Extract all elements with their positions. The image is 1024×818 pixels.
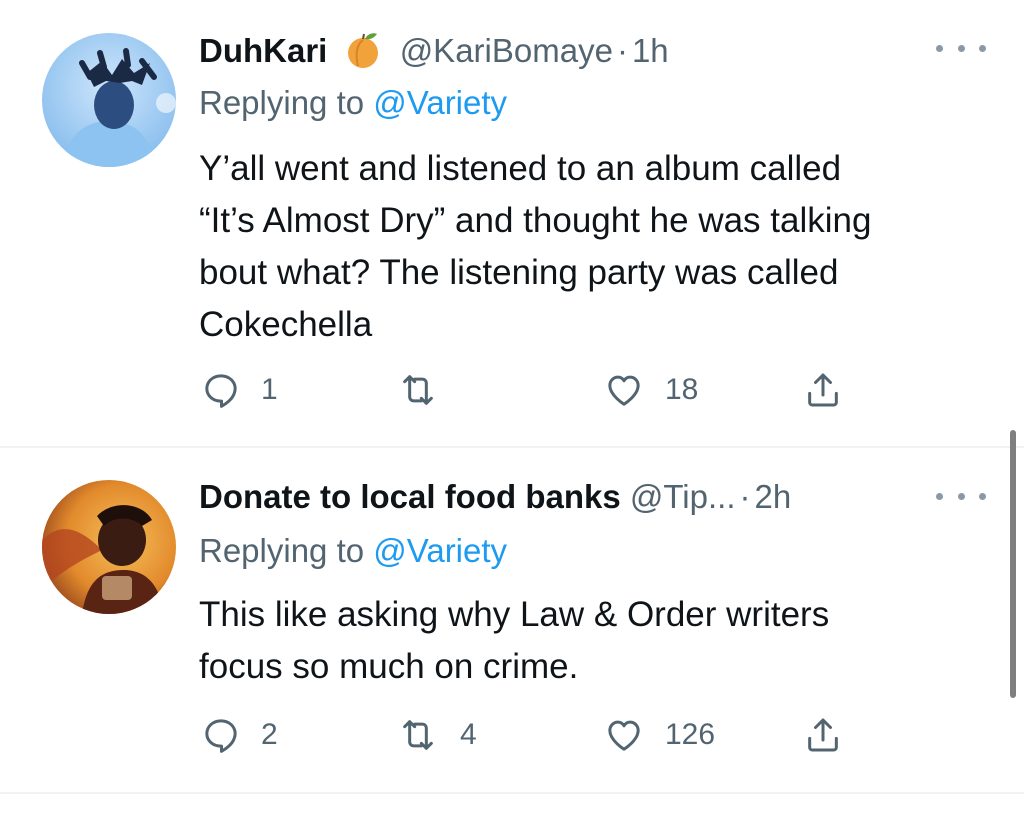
reply-count: 2 bbox=[261, 718, 278, 751]
reply-icon bbox=[201, 715, 241, 755]
tweet-text-line: focus so much on crime. bbox=[199, 647, 579, 686]
replying-to-label: Replying to bbox=[199, 532, 365, 569]
heart-icon bbox=[603, 370, 645, 410]
reply-icon bbox=[201, 370, 241, 410]
tweet-header: Donate to local food banks @Tip... · 2h bbox=[199, 474, 791, 520]
tweet-text-line: Cokechella bbox=[199, 305, 373, 344]
timestamp[interactable]: 2h bbox=[755, 478, 792, 515]
peach-emoji-icon bbox=[343, 30, 383, 70]
like-count: 18 bbox=[665, 373, 699, 406]
like-count: 126 bbox=[665, 718, 716, 751]
display-name[interactable]: DuhKari bbox=[199, 32, 327, 69]
retweet-button[interactable]: 4 bbox=[396, 713, 477, 757]
display-name[interactable]: Donate to local food banks bbox=[199, 478, 621, 515]
separator-dot: · bbox=[616, 32, 628, 69]
tweet-text: This like asking why Law & Order writers… bbox=[199, 589, 999, 693]
tweet-text: Y’all went and listened to an album call… bbox=[199, 143, 999, 351]
reply-mention-link[interactable]: @Variety bbox=[373, 532, 507, 569]
like-button[interactable]: 126 bbox=[603, 713, 715, 757]
retweet-icon bbox=[396, 370, 440, 410]
tweet-header: DuhKari @KariBomaye · 1h bbox=[199, 28, 669, 74]
reply-button[interactable]: 2 bbox=[201, 713, 278, 757]
like-button[interactable]: 18 bbox=[603, 368, 698, 412]
reply-button[interactable]: 1 bbox=[201, 368, 278, 412]
retweet-button[interactable] bbox=[396, 368, 460, 412]
share-icon bbox=[803, 369, 843, 411]
scrollbar[interactable] bbox=[1010, 430, 1016, 698]
replying-to: Replying to @Variety bbox=[199, 80, 507, 126]
heart-icon bbox=[603, 715, 645, 755]
tweet-text-line: Y’all went and listened to an album call… bbox=[199, 149, 842, 188]
tweet[interactable]: DuhKari @KariBomaye · 1h Replying to @Vari… bbox=[0, 0, 1024, 447]
user-handle[interactable]: @KariBomaye bbox=[400, 32, 613, 69]
reply-count: 1 bbox=[261, 373, 278, 406]
tweet-divider bbox=[0, 792, 1024, 794]
share-button[interactable] bbox=[803, 713, 843, 757]
share-button[interactable] bbox=[803, 368, 843, 412]
tweet-text-line: This like asking why Law & Order writers bbox=[199, 595, 830, 634]
avatar[interactable] bbox=[42, 480, 176, 614]
more-icon[interactable] bbox=[936, 38, 986, 58]
retweet-count: 4 bbox=[460, 718, 477, 751]
retweet-icon bbox=[396, 715, 440, 755]
share-icon bbox=[803, 714, 843, 756]
tweet[interactable]: Donate to local food banks @Tip... · 2h Re… bbox=[0, 448, 1024, 793]
replying-to: Replying to @Variety bbox=[199, 528, 507, 574]
separator-dot: · bbox=[739, 478, 751, 515]
reply-mention-link[interactable]: @Variety bbox=[373, 84, 507, 121]
avatar[interactable] bbox=[42, 33, 176, 167]
replying-to-label: Replying to bbox=[199, 84, 365, 121]
tweet-text-line: “It’s Almost Dry” and thought he was tal… bbox=[199, 201, 872, 240]
tweet-text-line: bout what? The listening party was calle… bbox=[199, 253, 839, 292]
user-handle[interactable]: @Tip... bbox=[630, 478, 736, 515]
timestamp[interactable]: 1h bbox=[632, 32, 669, 69]
more-icon[interactable] bbox=[936, 486, 986, 506]
